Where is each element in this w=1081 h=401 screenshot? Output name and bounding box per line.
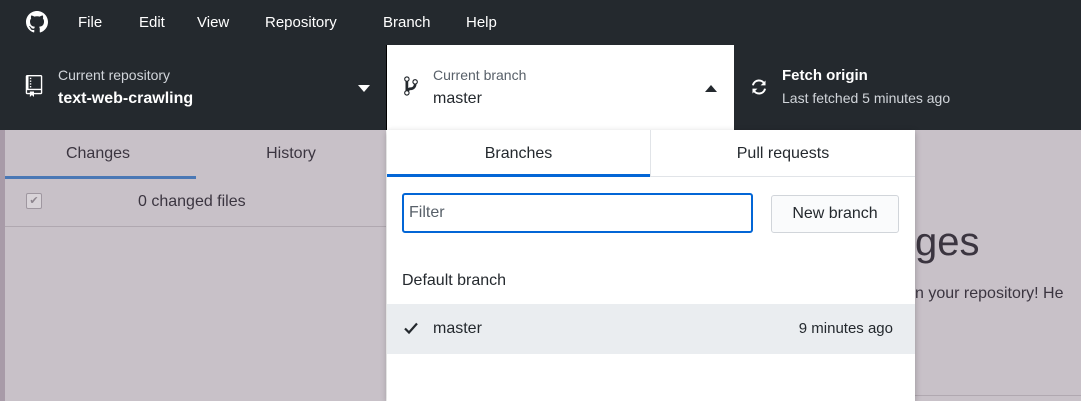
tab-changes[interactable]: Changes (0, 130, 196, 179)
current-branch-button[interactable]: Current branch master (387, 45, 734, 130)
default-branch-header: Default branch (402, 272, 507, 289)
current-branch-label: Current branch (433, 67, 527, 83)
tab-history[interactable]: History (196, 130, 386, 176)
changed-files-header: ✔ 0 changed files (0, 180, 386, 227)
check-icon (404, 322, 418, 335)
branch-last-updated: 9 minutes ago (798, 320, 893, 337)
current-repository-name: text-web-crawling (58, 90, 194, 107)
git-branch-icon (404, 76, 418, 96)
chevron-down-icon (358, 85, 370, 92)
toolbar: Current repository text-web-crawling Cur… (0, 45, 1081, 130)
branch-filter-input[interactable] (402, 193, 753, 233)
branch-dropdown-tabs: Branches Pull requests (387, 130, 915, 177)
changed-files-count: 0 changed files (138, 193, 246, 210)
menu-branch[interactable]: Branch (383, 14, 431, 31)
fetch-origin-button[interactable]: Fetch origin Last fetched 5 minutes ago (734, 45, 1081, 130)
menu-file[interactable]: File (78, 14, 102, 31)
github-logo-icon (26, 11, 48, 33)
sidebar-tabs: Changes History (0, 130, 386, 179)
main-content: ges n your repository! He (915, 130, 1081, 401)
menu-repository[interactable]: Repository (265, 14, 337, 31)
current-branch-name: master (433, 90, 482, 107)
fetch-origin-label: Fetch origin (782, 67, 868, 84)
sync-icon (751, 79, 767, 95)
new-branch-button[interactable]: New branch (771, 195, 899, 233)
menu-bar: File Edit View Repository Branch Help (0, 0, 1081, 45)
branch-name: master (433, 320, 482, 337)
menu-view[interactable]: View (197, 14, 229, 31)
branch-list-item[interactable]: master 9 minutes ago (387, 304, 915, 354)
window-edge-strip (0, 130, 5, 401)
divider (915, 395, 1081, 396)
branch-dropdown: Branches Pull requests New branch Defaul… (387, 130, 915, 401)
no-changes-subtext: n your repository! He (915, 285, 1064, 302)
tab-pull-requests[interactable]: Pull requests (651, 130, 915, 176)
tab-branches[interactable]: Branches (387, 130, 650, 177)
select-all-checkbox[interactable]: ✔ (26, 193, 42, 209)
last-fetched-status: Last fetched 5 minutes ago (782, 90, 951, 106)
menu-help[interactable]: Help (466, 14, 497, 31)
changes-sidebar: Changes History ✔ 0 changed files (0, 130, 386, 401)
current-repository-label: Current repository (58, 67, 171, 83)
current-repository-button[interactable]: Current repository text-web-crawling (0, 45, 387, 130)
chevron-up-icon (705, 85, 717, 92)
menu-edit[interactable]: Edit (139, 14, 165, 31)
repository-icon (25, 75, 43, 97)
no-changes-heading: ges (915, 220, 980, 264)
